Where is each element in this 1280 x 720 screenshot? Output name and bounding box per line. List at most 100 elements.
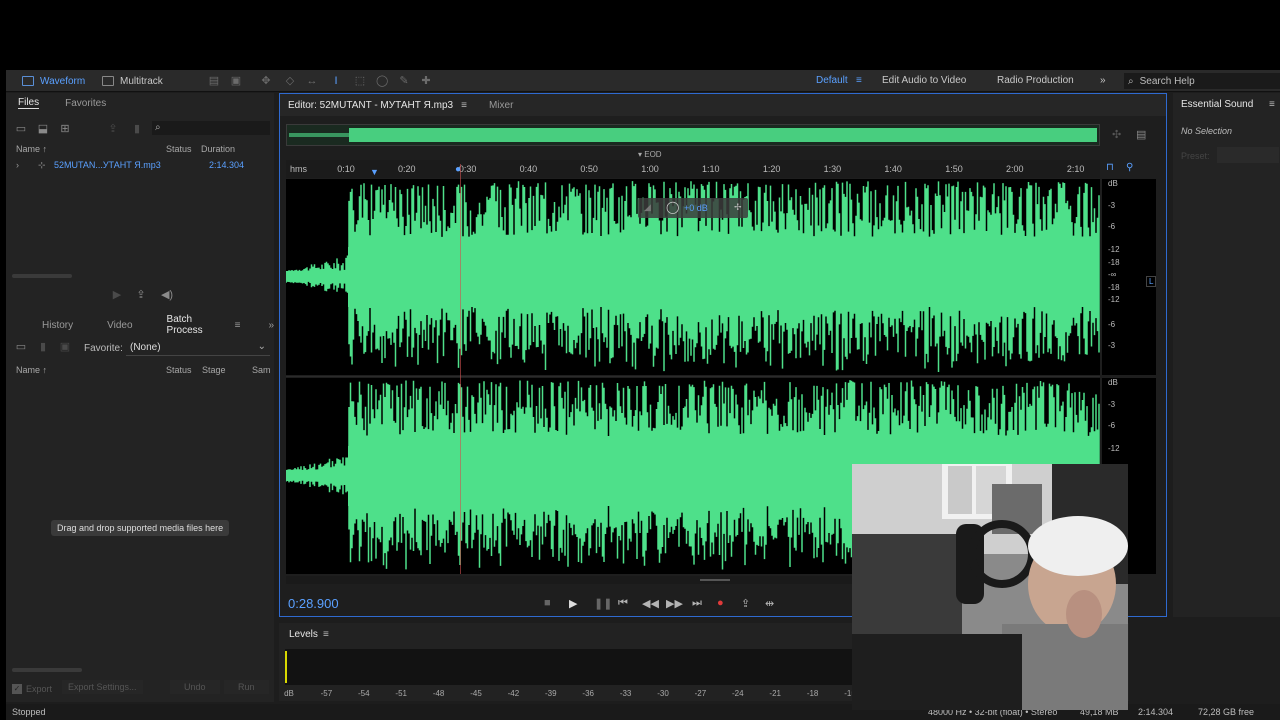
ruler-tick-label: 2:10: [1066, 164, 1085, 174]
tab-history[interactable]: History: [42, 320, 73, 331]
workspace-default[interactable]: Default: [816, 75, 848, 86]
pin-icon[interactable]: ✢: [734, 202, 742, 213]
lasso-tool-icon[interactable]: ◯: [376, 75, 388, 87]
playhead-line[interactable]: [460, 164, 461, 574]
loop-playback-icon[interactable]: ⇪: [741, 597, 750, 610]
column-status[interactable]: Status: [166, 365, 192, 375]
level-scale-label: dB: [284, 689, 294, 698]
ruler-tick-label: 1:30: [823, 164, 842, 174]
snap-icon[interactable]: ⊓: [1106, 162, 1114, 173]
disk-free: 72,28 GB free: [1198, 707, 1255, 717]
more-panels-icon[interactable]: »: [268, 320, 274, 331]
tab-batch-process[interactable]: Batch Process: [167, 314, 225, 336]
workspace-menu-icon[interactable]: ≡: [856, 75, 862, 86]
db-label: -3: [1108, 201, 1116, 210]
play-preview-icon[interactable]: ▶: [110, 289, 124, 301]
column-name[interactable]: Name ↑: [16, 365, 47, 375]
channel-left-label[interactable]: L: [1146, 276, 1157, 287]
open-folder-icon[interactable]: ▭: [14, 341, 28, 353]
export-settings-button[interactable]: Export Settings...: [62, 680, 143, 694]
spectral-display-icon[interactable]: ▤: [208, 75, 220, 87]
tab-mixer[interactable]: Mixer: [489, 100, 513, 111]
hud-volume[interactable]: ◢ ◯ +0 dB ✢: [638, 198, 748, 218]
ruler-tick-label: 0:30: [458, 164, 477, 174]
volume-knob-icon[interactable]: ◯: [666, 200, 679, 214]
panel-menu-icon[interactable]: ≡: [235, 320, 241, 331]
autoplay-speaker-icon[interactable]: ◀): [160, 289, 174, 301]
ruler-tick-label: 2:00: [1006, 164, 1024, 174]
skip-selection-icon[interactable]: ⇹: [765, 597, 774, 610]
current-time[interactable]: 0:28.900: [288, 596, 339, 611]
column-stage[interactable]: Stage: [202, 365, 226, 375]
insert-into-multitrack-icon[interactable]: ⇪: [106, 123, 120, 135]
favorite-label: Favorite:: [84, 343, 123, 354]
import-file-icon[interactable]: ⬓: [36, 123, 50, 135]
marker-pin-icon[interactable]: ⚲: [1126, 162, 1133, 173]
brush-tool-icon[interactable]: ✎: [398, 75, 410, 87]
time-ruler[interactable]: hms 0:10 0:20 0:30 0:40 0:50 1:00 1:10 1:20 1:30…: [286, 160, 1100, 178]
previous-icon[interactable]: ⏮: [618, 597, 628, 610]
play-icon[interactable]: ▶: [569, 597, 577, 610]
marquee-tool-icon[interactable]: ⬚: [354, 75, 366, 87]
level-scale-label: -51: [395, 689, 407, 698]
editor-menu-icon[interactable]: ≡: [461, 100, 467, 111]
playhead-handle-icon[interactable]: ●: [455, 164, 461, 175]
expand-chevron-icon[interactable]: ›: [16, 160, 19, 170]
export-label: Export: [26, 684, 53, 694]
tab-editor[interactable]: Editor: 52MUTANT - МУТАНТ Я.mp3: [288, 100, 453, 111]
zoom-icon[interactable]: ✣: [1112, 128, 1121, 141]
db-label: -12: [1108, 245, 1120, 254]
tab-video[interactable]: Video: [107, 320, 132, 331]
delete-icon[interactable]: ▮: [36, 341, 50, 353]
webcam-image: [852, 464, 1128, 710]
file-row[interactable]: › ⊹ 52MUTAN...УТАНТ Я.mp3 2:14.304: [6, 160, 268, 174]
preset-select[interactable]: [1217, 147, 1279, 163]
tab-files[interactable]: Files: [18, 97, 40, 109]
pause-icon[interactable]: ❚❚: [594, 597, 612, 610]
remove-all-icon[interactable]: ▣: [58, 341, 72, 353]
slip-tool-icon[interactable]: ↔: [306, 75, 318, 87]
ruler-tick-label: 1:10: [702, 164, 720, 174]
loop-marker-icon[interactable]: ▼: [370, 167, 379, 177]
ruler-unit: hms: [290, 164, 308, 174]
workspace-radio-production[interactable]: Radio Production: [997, 75, 1074, 86]
export-checkbox[interactable]: ✓: [12, 684, 22, 694]
workspace-edit-audio-to-video[interactable]: Edit Audio to Video: [882, 75, 966, 86]
run-button[interactable]: Run: [224, 680, 269, 694]
time-selection-tool-icon[interactable]: I: [330, 75, 342, 87]
record-icon[interactable]: ●: [717, 597, 724, 609]
close-file-icon[interactable]: ▮: [130, 123, 144, 135]
stop-icon[interactable]: ■: [544, 597, 551, 609]
new-file-icon[interactable]: ⊞: [58, 123, 72, 135]
undo-button[interactable]: Undo: [170, 680, 220, 694]
panel-menu-icon[interactable]: ≡: [1269, 99, 1275, 110]
pitch-display-icon[interactable]: ▣: [230, 75, 242, 87]
ruler-settings-icon[interactable]: ▤: [1136, 128, 1146, 141]
ruler-tick-label: 0:10: [337, 164, 355, 174]
horizontal-scrollbar[interactable]: [12, 274, 72, 278]
files-search-input[interactable]: ⌕: [152, 121, 270, 135]
tab-favorites[interactable]: Favorites: [65, 98, 106, 109]
horizontal-scrollbar[interactable]: [12, 668, 82, 672]
loop-preview-icon[interactable]: ⇪: [134, 289, 148, 301]
open-file-icon[interactable]: ▭: [14, 123, 28, 135]
next-icon[interactable]: ⏭: [692, 597, 702, 610]
fast-forward-icon[interactable]: ▶▶: [666, 597, 683, 610]
overview-navigator[interactable]: [286, 124, 1100, 146]
ruler-tick-label: 0:20: [398, 164, 416, 174]
search-help-field[interactable]: ⌕ Search Help: [1124, 73, 1280, 89]
column-status[interactable]: Status: [166, 144, 192, 154]
move-tool-icon[interactable]: ✥: [260, 75, 272, 87]
waveform-view-button[interactable]: Waveform: [22, 74, 85, 88]
ruler-tick-label: 1:40: [884, 164, 902, 174]
column-duration[interactable]: Duration: [201, 144, 235, 154]
column-sample-rate[interactable]: Sam: [252, 365, 271, 375]
column-name[interactable]: Name ↑: [16, 144, 47, 154]
multitrack-view-button[interactable]: Multitrack: [102, 74, 163, 88]
rewind-icon[interactable]: ◀◀: [642, 597, 659, 610]
healing-tool-icon[interactable]: ✚: [420, 75, 432, 87]
razor-tool-icon[interactable]: ◇: [284, 75, 296, 87]
favorite-select[interactable]: (None) ⌄: [126, 340, 270, 356]
panel-menu-icon[interactable]: ≡: [323, 629, 329, 640]
more-workspaces-icon[interactable]: »: [1100, 75, 1106, 86]
